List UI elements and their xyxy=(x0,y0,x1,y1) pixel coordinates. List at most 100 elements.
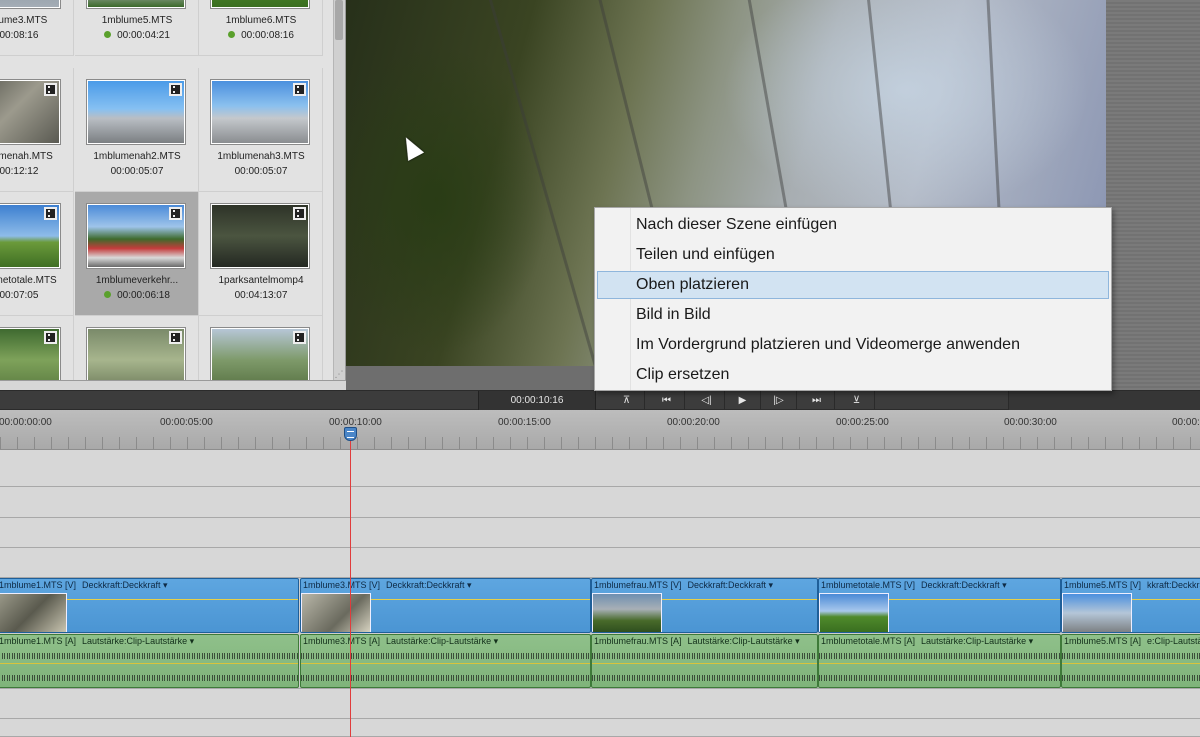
volume-property-dropdown[interactable]: Lautstärke:Clip-Lautstärke ▾ xyxy=(386,636,498,646)
video-clip-label: 1mblume5.MTS [V]kkraft:Deckkraft ▾ xyxy=(1064,580,1200,591)
goto-start-icon[interactable]: ⏮ xyxy=(649,391,685,411)
film-strip-icon xyxy=(293,83,306,96)
track-narration[interactable] xyxy=(0,690,1200,719)
video-clip[interactable]: 1mblumetotale.MTS [V] Deckkraft:Deckkraft… xyxy=(818,578,1061,633)
context-menu-item[interactable]: Nach dieser Szene einfügen xyxy=(597,211,1109,239)
media-tile[interactable]: 1mblumetotale.MTS 00:00:07:05 xyxy=(0,192,74,316)
goto-end-icon[interactable]: ⏭ xyxy=(799,391,835,411)
clip-duration: 00:00:04:21 xyxy=(75,30,199,41)
clip-name: 1mblume6.MTS xyxy=(225,15,297,26)
audio-clip-label: 1mblume3.MTS [A] Lautstärke:Clip-Lautstär… xyxy=(303,636,499,646)
goto-in-point-icon[interactable]: ⊼ xyxy=(609,391,645,411)
opacity-property-dropdown[interactable]: Deckkraft:Deckkraft ▾ xyxy=(386,580,472,590)
context-menu: Nach dieser Szene einfügen Teilen und ein… xyxy=(594,207,1112,391)
volume-rubberband[interactable] xyxy=(301,663,590,664)
audio-clip[interactable]: 1mblume5.MTS [A]e:Clip-Lautstärke ▾ xyxy=(1061,634,1200,688)
timeline-ruler[interactable]: 00:00:00:00 00:00:05:00 00:00:10:00 00:00:1… xyxy=(0,410,1200,450)
playhead-handle[interactable] xyxy=(344,427,357,441)
clip-duration: 00:04:13:07 xyxy=(234,290,288,301)
audio-clip[interactable]: 1mblumefrau.MTS [A] Lautstärke:Clip-Lauts… xyxy=(591,634,818,688)
film-strip-icon xyxy=(169,331,182,344)
media-tile[interactable] xyxy=(0,316,74,380)
clip-thumbnail xyxy=(87,0,185,8)
media-bin: 1mblume3.MTS 00:00:08:16 1mblume5.MTS 00:00… xyxy=(0,0,346,381)
clip-duration: 00:00:05:07 xyxy=(234,166,288,177)
volume-rubberband[interactable] xyxy=(592,663,817,664)
media-tile[interactable]: 1parksantelmomp4 00:04:13:07 xyxy=(199,192,323,316)
media-tile[interactable]: 1mblumenah2.MTS 00:00:05:07 xyxy=(75,68,199,192)
audio-waveform-right xyxy=(819,675,1060,681)
ruler-tick-label: 00:00:05:00 xyxy=(160,417,213,428)
volume-rubberband[interactable] xyxy=(0,663,298,664)
track-audio-extra[interactable] xyxy=(0,549,1200,578)
ruler-tick-label: 00:00: xyxy=(1172,417,1200,428)
volume-property-dropdown[interactable]: Lautstärke:Clip-Lautstärke ▾ xyxy=(921,636,1033,646)
context-menu-item[interactable]: Oben platzieren xyxy=(597,271,1109,299)
clip-name: 1parksantelmomp4 xyxy=(218,275,304,286)
media-tile[interactable]: 1mblumeverkehr... 00:00:06:18 xyxy=(75,192,199,316)
current-timecode[interactable]: 00:00:10:16 xyxy=(478,391,596,411)
clip-name: 1mblumeverkehr... xyxy=(95,275,179,286)
clip-thumbnail xyxy=(87,204,185,268)
media-tile[interactable] xyxy=(75,316,199,380)
volume-property-dropdown[interactable]: Lautstärke:Clip-Lautstärke ▾ xyxy=(688,636,800,646)
context-menu-item[interactable]: Clip ersetzen xyxy=(597,361,1109,389)
media-tile[interactable]: 1mblume6.MTS 00:00:08:16 xyxy=(199,0,323,56)
film-strip-icon xyxy=(293,207,306,220)
clip-thumbnail xyxy=(211,0,309,8)
clip-name: 1mblumetotale.MTS xyxy=(0,275,57,286)
used-in-timeline-icon xyxy=(104,31,112,38)
volume-rubberband[interactable] xyxy=(1062,663,1200,664)
opacity-property-dropdown[interactable]: Deckkraft:Deckkraft ▾ xyxy=(921,580,1007,590)
video-clip[interactable]: 1mblumefrau.MTS [V] Deckkraft:Deckkraft ▾ xyxy=(591,578,818,633)
clip-name: 1mblume5.MTS xyxy=(101,15,173,26)
audio-clip[interactable]: 1mblumetotale.MTS [A] Lautstärke:Clip-Lau… xyxy=(818,634,1061,688)
resize-grip-icon[interactable]: ⋰ xyxy=(334,369,344,379)
monitor-background xyxy=(1106,0,1200,390)
clip-thumbnail xyxy=(0,0,60,8)
bin-scrollbar[interactable] xyxy=(333,0,345,380)
video-clip-label: 1mblumefrau.MTS [V] Deckkraft:Deckkraft ▾ xyxy=(594,580,774,590)
step-back-icon[interactable]: ◁| xyxy=(689,391,725,411)
volume-rubberband[interactable] xyxy=(819,663,1060,664)
media-tile[interactable]: 1mblume5.MTS 00:00:04:21 xyxy=(75,0,199,56)
clip-thumbnail xyxy=(211,80,309,144)
media-tile[interactable]: 1mblumenah.MTS 00:00:12:12 xyxy=(0,68,74,192)
opacity-property-dropdown[interactable]: Deckkraft:Deckkraft ▾ xyxy=(688,580,774,590)
context-menu-item[interactable]: Bild in Bild xyxy=(597,301,1109,329)
track-video-extra[interactable] xyxy=(0,519,1200,548)
media-tile[interactable] xyxy=(199,316,323,380)
media-tile[interactable]: 1mblume3.MTS 00:00:08:16 xyxy=(0,0,74,56)
video-clip[interactable]: 1mblume3.MTS [V] Deckkraft:Deckkraft ▾ xyxy=(300,578,591,633)
volume-property-dropdown[interactable]: Lautstärke:Clip-Lautstärke ▾ xyxy=(82,636,194,646)
play-icon[interactable]: ▶ xyxy=(725,391,761,411)
audio-clip[interactable]: 1mblume3.MTS [A] Lautstärke:Clip-Lautstär… xyxy=(300,634,591,688)
audio-waveform-left xyxy=(0,653,298,659)
audio-waveform-left xyxy=(819,653,1060,659)
audio-clip-label: 1mblume1.MTS [A] Lautstärke:Clip-Lautstär… xyxy=(0,636,195,646)
track-soundtrack[interactable] xyxy=(0,720,1200,737)
clip-duration: 00:00:05:07 xyxy=(110,166,164,177)
audio-clip[interactable]: 1mblume1.MTS [A] Lautstärke:Clip-Lautstär… xyxy=(0,634,299,688)
track-video-2[interactable] xyxy=(0,488,1200,518)
ruler-tick-label: 00:00:00:00 xyxy=(0,417,52,428)
goto-out-point-icon[interactable]: ⊻ xyxy=(839,391,875,411)
playhead-line xyxy=(350,440,351,737)
opacity-property-dropdown[interactable]: kkraft:Deckkraft ▾ xyxy=(1147,580,1200,590)
media-tile[interactable]: 1mblumenah3.MTS 00:00:05:07 xyxy=(199,68,323,192)
ruler-ticks xyxy=(0,437,1200,449)
audio-waveform-right xyxy=(301,675,590,681)
context-menu-item[interactable]: Teilen und einfügen xyxy=(597,241,1109,269)
clip-name: 1mblumenah2.MTS xyxy=(93,151,181,162)
context-menu-item[interactable]: Im Vordergrund platzieren und Videomerge… xyxy=(597,331,1109,359)
film-strip-icon xyxy=(169,83,182,96)
video-clip[interactable]: 1mblume5.MTS [V]kkraft:Deckkraft ▾ xyxy=(1061,578,1200,633)
clip-thumbnail xyxy=(0,328,60,380)
film-strip-icon xyxy=(44,207,57,220)
video-clip[interactable]: 1mblume1.MTS [V] Deckkraft:Deckkraft ▾ xyxy=(0,578,299,633)
track-video-3[interactable] xyxy=(0,451,1200,487)
opacity-property-dropdown[interactable]: Deckkraft:Deckkraft ▾ xyxy=(82,580,168,590)
bin-scrollbar-thumb[interactable] xyxy=(335,0,343,40)
volume-property-dropdown[interactable]: e:Clip-Lautstärke ▾ xyxy=(1147,636,1200,646)
step-forward-icon[interactable]: |▷ xyxy=(761,391,797,411)
